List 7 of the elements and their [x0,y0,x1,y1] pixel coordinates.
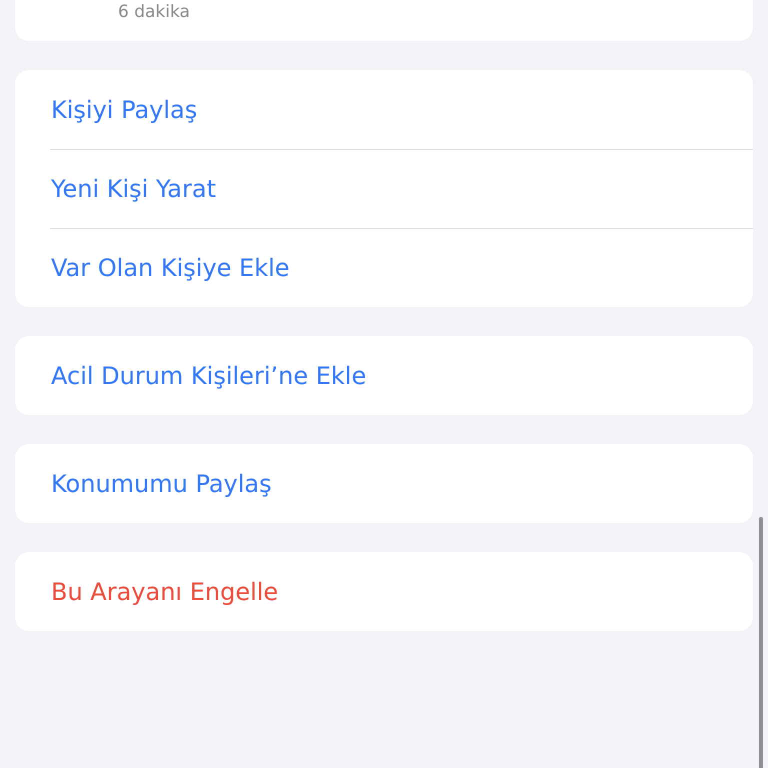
block-caller-button[interactable]: Bu Arayanı Engelle [50,552,753,631]
duration-text: 6 dakika [118,1,190,24]
menu-item[interactable]: Acil Durum Kişileri’ne Ekle [50,336,753,415]
menu-item[interactable]: Konumumu Paylaş [50,444,753,523]
menu-item[interactable]: Var Olan Kişiye Ekle [50,228,753,307]
menu-item[interactable]: Kişiyi Paylaş [50,70,753,149]
menu-item[interactable]: Yeni Kişi Yarat [50,149,753,228]
